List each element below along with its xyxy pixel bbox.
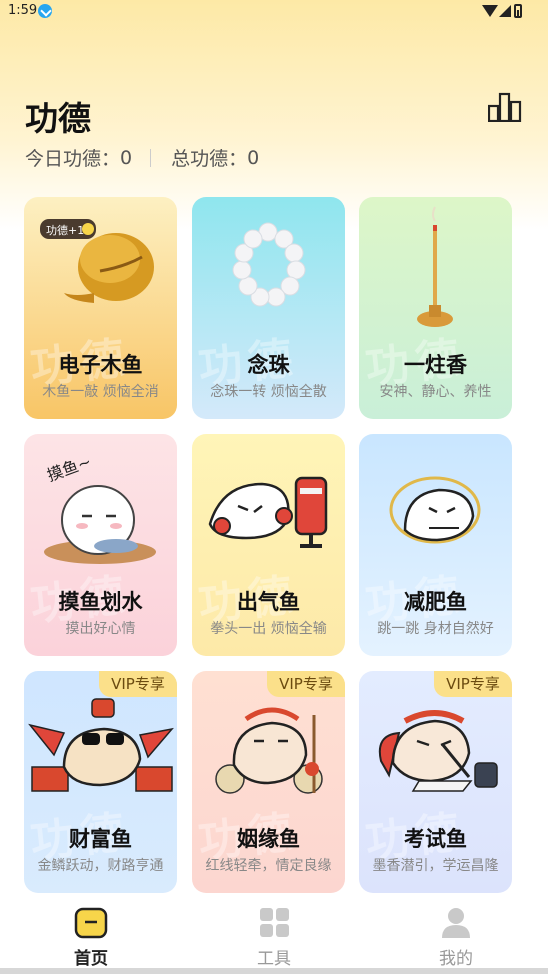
today-merit-label: 今日功德：: [25, 148, 121, 170]
card-name: 一炷香: [404, 353, 467, 377]
download-icon: [38, 4, 52, 18]
card-desc: 金鳞跃动，财路亨通: [37, 858, 164, 874]
card-wooden-fish[interactable]: 功德 功德+1 电子木鱼 木鱼一敲 烦恼全消: [24, 197, 177, 419]
merit-badge-text: 功德+1: [46, 223, 84, 237]
today-merit-value: 0: [120, 146, 133, 169]
slacking-fish-icon: 摸鱼~: [44, 452, 156, 564]
card-desc: 拳头一出 烦恼全输: [210, 621, 327, 637]
total-merit-label: 总功德：: [171, 148, 248, 170]
card-prayer-beads[interactable]: 功德 念珠 念珠一转 烦恼全散: [192, 197, 345, 419]
card-name: 考试鱼: [404, 827, 467, 851]
vip-badge: VIP专享: [434, 671, 512, 697]
card-name: 姻缘鱼: [237, 827, 300, 851]
card-name: 摸鱼划水: [58, 590, 143, 614]
wifi-icon: [482, 5, 498, 17]
ranking-chart-icon[interactable]: [488, 92, 522, 122]
card-desc: 念珠一转 烦恼全散: [210, 384, 327, 400]
card-name: 财富鱼: [69, 827, 132, 851]
nav-label-profile: 我的: [439, 949, 473, 969]
card-romance-fish[interactable]: 功德 VIP专享 姻缘鱼 红线轻牵，情定良缘: [192, 671, 345, 893]
wooden-fish-icon: 功德+1: [40, 219, 154, 303]
person-icon: [442, 908, 470, 938]
card-wealth-fish[interactable]: 功德 VIP专享 财富鱼 金鳞跃动，财路亨通: [24, 671, 177, 893]
card-vent-fish[interactable]: 功德 出气鱼 拳头一出 烦恼全输: [192, 434, 345, 656]
battery-icon: [514, 4, 522, 18]
card-exam-fish[interactable]: 功德 VIP专享 考试鱼 墨香潜引，学运昌隆: [359, 671, 512, 893]
nav-tools[interactable]: 工具: [214, 894, 334, 974]
incense-stick-icon: [417, 206, 453, 327]
vip-badge: VIP专享: [267, 671, 345, 697]
home-icon: [74, 907, 108, 939]
nav-label-tools: 工具: [257, 949, 291, 969]
page-title: 功德: [25, 99, 91, 138]
card-name: 出气鱼: [237, 590, 300, 614]
bottom-nav: 首页 工具 我的: [0, 894, 548, 974]
card-incense[interactable]: 功德 一炷香 安神、静心、养性: [359, 197, 512, 419]
card-slacking-fish[interactable]: 功德 摸鱼~ 摸鱼划水 摸出好心情: [24, 434, 177, 656]
vip-badge: VIP专享: [99, 671, 177, 697]
card-desc: 安神、静心、养性: [379, 384, 492, 400]
card-desc: 跳一跳 身材自然好: [377, 621, 494, 637]
status-time: 1:59: [8, 3, 38, 18]
total-merit-value: 0: [247, 146, 260, 169]
prayer-beads-icon: [232, 222, 306, 307]
system-home-bar: [0, 968, 548, 974]
status-bar: 1:59: [0, 0, 548, 24]
diet-fish-icon: [389, 476, 481, 544]
card-diet-fish[interactable]: 功德 减肥鱼 跳一跳 身材自然好: [359, 434, 512, 656]
signal-icon: [499, 5, 511, 17]
nav-home[interactable]: 首页: [31, 894, 151, 974]
grid-icon: [260, 908, 289, 937]
slacking-badge-text: 摸鱼~: [45, 452, 94, 485]
card-desc: 木鱼一敲 烦恼全消: [42, 384, 159, 400]
card-desc: 墨香潜引，学运昌隆: [372, 858, 499, 874]
card-name: 电子木鱼: [58, 353, 143, 377]
card-desc: 红线轻牵，情定良缘: [205, 858, 332, 874]
card-name: 念珠: [247, 353, 290, 377]
card-name: 减肥鱼: [404, 590, 467, 614]
card-desc: 摸出好心情: [65, 621, 136, 637]
vent-fish-icon: [208, 476, 328, 548]
merit-stats: 今日功德： 0 总功德： 0: [25, 144, 259, 171]
nav-label-home: 首页: [74, 949, 108, 969]
nav-profile[interactable]: 我的: [396, 894, 516, 974]
stats-divider: [150, 148, 152, 167]
